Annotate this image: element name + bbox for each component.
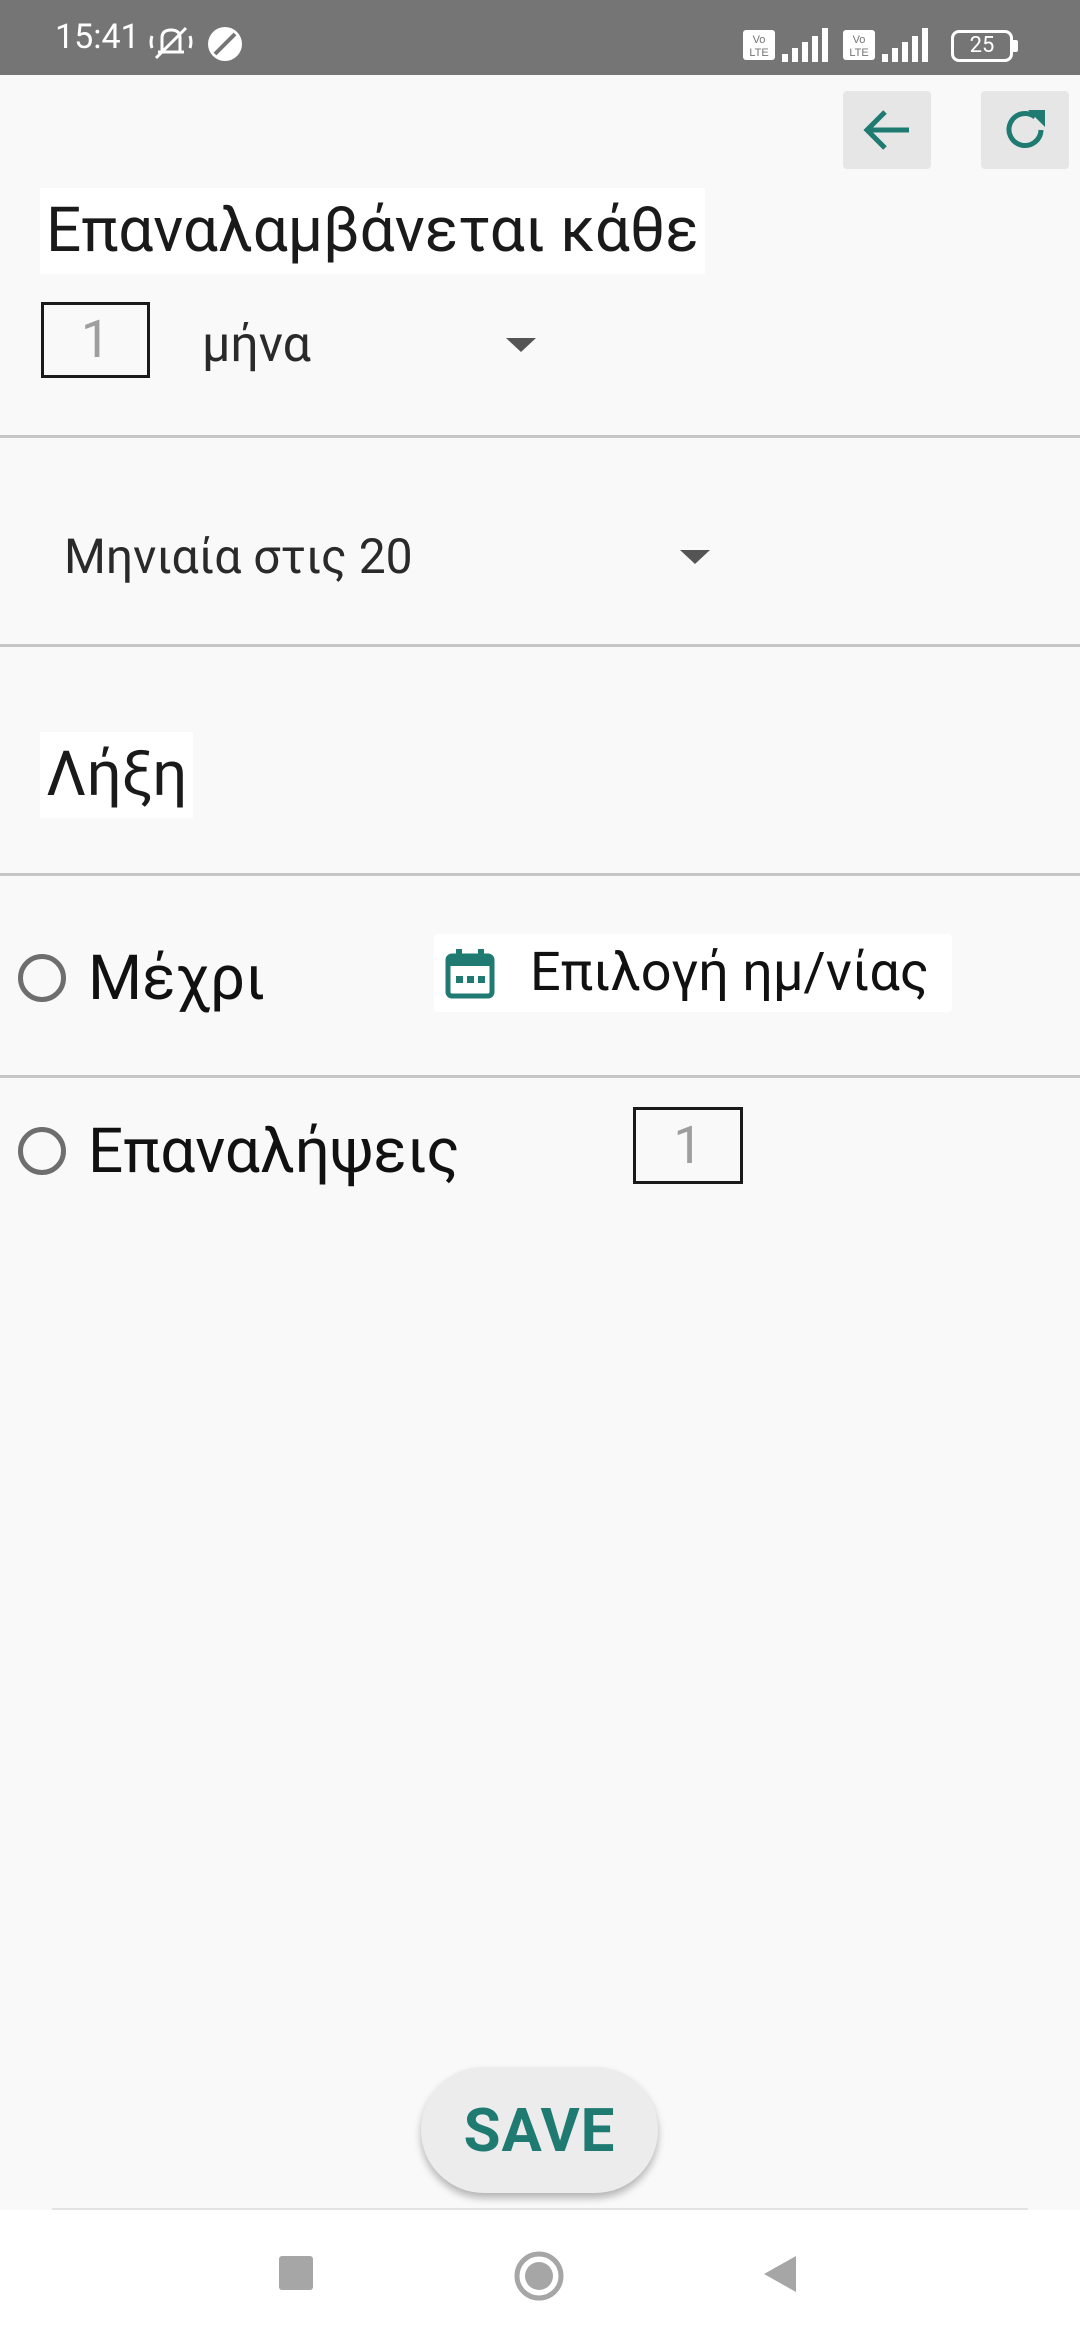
divider (0, 644, 1080, 647)
occurrences-radio[interactable] (18, 1127, 66, 1175)
divider (0, 1075, 1080, 1078)
refresh-icon (1006, 110, 1045, 148)
calendar-icon (445, 949, 495, 999)
occurrences-placeholder: 1 (673, 1115, 703, 1176)
interval-placeholder: 1 (80, 309, 111, 370)
unit-dropdown[interactable]: μήνα (190, 310, 550, 380)
repeat-heading-text: Επαναλαμβάνεται κάθε (46, 194, 699, 267)
circle-home-icon (514, 2251, 564, 2301)
end-heading: Λήξη (40, 732, 194, 818)
save-button[interactable]: SAVE (421, 2067, 658, 2193)
occurrences-label: Επαναλήψεις (88, 1115, 460, 1188)
unit-dropdown-value: μήνα (202, 316, 311, 374)
chevron-down-icon (680, 550, 710, 564)
status-bar: 15:41 Vo LTE Vo LTE 25 (0, 0, 1080, 75)
svg-text:LTE: LTE (749, 47, 768, 59)
chevron-down-icon (506, 338, 536, 352)
recents-button[interactable] (279, 2256, 313, 2290)
until-label: Μέχρι (88, 942, 266, 1015)
home-button[interactable] (514, 2251, 564, 2301)
svg-text:Vo: Vo (853, 34, 866, 46)
svg-text:LTE: LTE (849, 47, 868, 59)
divider (0, 435, 1080, 438)
status-time: 15:41 (55, 17, 140, 57)
reset-button[interactable] (981, 91, 1069, 169)
select-date-button[interactable]: Επιλογή ημ/νίας (434, 934, 952, 1012)
arrow-left-icon (863, 110, 909, 150)
divider (0, 873, 1080, 876)
end-heading-text: Λήξη (46, 738, 188, 811)
volte-signal-icon: Vo LTE (743, 28, 828, 62)
interval-input[interactable]: 1 (41, 302, 150, 378)
system-nav-bar (0, 2210, 1080, 2340)
battery-tip (1013, 40, 1018, 52)
data-saver-icon (208, 27, 242, 61)
select-date-label: Επιλογή ημ/νίας (530, 941, 929, 1004)
monthly-option-dropdown[interactable]: Μηνιαία στις 20 (48, 518, 728, 596)
repeat-heading: Επαναλαμβάνεται κάθε (40, 188, 705, 274)
battery-level: 25 (969, 33, 995, 58)
triangle-back-icon (764, 2256, 796, 2292)
battery-icon: 25 (951, 30, 1013, 62)
svg-text:Vo: Vo (753, 34, 766, 46)
back-nav-button[interactable] (762, 2254, 798, 2294)
volte-signal-icon: Vo LTE (843, 28, 928, 62)
monthly-option-value: Μηνιαία στις 20 (64, 528, 413, 585)
vibrate-off-icon (149, 26, 193, 60)
until-radio[interactable] (18, 954, 66, 1002)
back-button[interactable] (843, 91, 931, 169)
occurrences-input[interactable]: 1 (633, 1107, 743, 1184)
